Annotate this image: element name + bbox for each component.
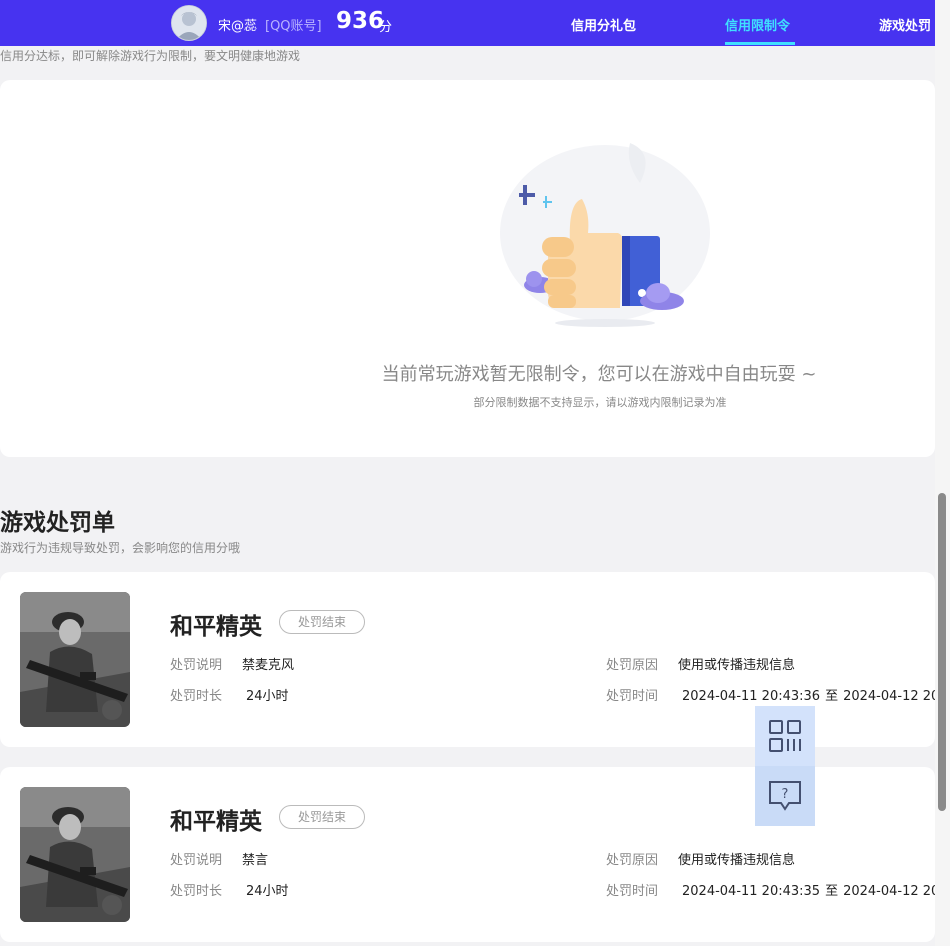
time-range: 2024-04-11 20:43:36 至 2024-04-12 20:43:36 xyxy=(682,685,935,704)
duration-label: 处罚时长 xyxy=(170,884,223,899)
desc-label: 处罚说明 xyxy=(170,658,223,673)
help-chat-icon: ? xyxy=(769,781,801,811)
score-unit: 分 xyxy=(379,20,393,35)
penalty-section-subtitle: 游戏行为违规导致处罚，会影响您的信用分哦 xyxy=(0,541,241,555)
nav-active-indicator xyxy=(725,42,795,45)
time-start: 2024-04-11 20:43:35 xyxy=(682,884,821,899)
empty-state-subtitle: 部分限制数据不支持显示，请以游戏内限制记录为准 xyxy=(473,396,727,409)
time-label: 处罚时间 xyxy=(606,689,659,704)
reason-value: 使用或传播违规信息 xyxy=(678,853,796,868)
game-cover-image xyxy=(20,787,130,922)
nav-credit-gift[interactable]: 信用分礼包 xyxy=(571,15,636,34)
time-end: 2024-04-12 20:43:36 xyxy=(843,689,935,704)
reason-value: 使用或传播违规信息 xyxy=(678,658,796,673)
desc-label: 处罚说明 xyxy=(170,853,223,868)
duration-label: 处罚时长 xyxy=(170,689,223,704)
duration-value: 24小时 xyxy=(246,884,289,899)
empty-state-title: 当前常玩游戏暂无限制令，您可以在游戏中自由玩耍 ~ xyxy=(381,364,817,385)
nav-credit-restriction[interactable]: 信用限制令 xyxy=(725,15,790,34)
reason-label: 处罚原因 xyxy=(606,658,659,673)
credit-score: 936 xyxy=(336,8,385,34)
time-range: 2024-04-11 20:43:35 至 2024-04-12 20:43:35 xyxy=(682,880,935,899)
desc-value: 禁言 xyxy=(242,853,269,868)
qr-code-button[interactable] xyxy=(755,706,815,766)
help-feedback-button[interactable]: ? xyxy=(755,766,815,826)
reason-label: 处罚原因 xyxy=(606,853,659,868)
svg-text:?: ? xyxy=(782,787,789,802)
top-header: 宋@蕊 [QQ账号] 936 分 信用分礼包 信用限制令 游戏处罚 xyxy=(0,0,935,46)
penalty-section-title: 游戏处罚单 xyxy=(0,510,115,536)
game-cover-image xyxy=(20,592,130,727)
username: 宋@蕊 xyxy=(218,19,258,34)
status-badge: 处罚结束 xyxy=(279,610,365,634)
account-type: [QQ账号] xyxy=(265,19,322,34)
status-badge: 处罚结束 xyxy=(279,805,365,829)
avatar[interactable] xyxy=(171,5,207,41)
duration-value: 24小时 xyxy=(246,689,289,704)
nav-game-penalty[interactable]: 游戏处罚 xyxy=(879,15,931,34)
time-separator: 至 xyxy=(825,689,839,704)
game-name: 和平精英 xyxy=(170,614,262,640)
scrollbar-thumb[interactable] xyxy=(938,493,946,811)
qr-code-icon xyxy=(769,720,801,752)
time-start: 2024-04-11 20:43:36 xyxy=(682,689,821,704)
time-end: 2024-04-12 20:43:35 xyxy=(843,884,935,899)
desc-value: 禁麦克风 xyxy=(242,658,295,673)
game-name: 和平精英 xyxy=(170,809,262,835)
time-separator: 至 xyxy=(825,884,839,899)
restriction-note: 信用分达标，即可解除游戏行为限制，要文明健康地游戏 xyxy=(0,49,301,63)
time-label: 处罚时间 xyxy=(606,884,659,899)
thumbs-up-illustration-icon xyxy=(490,133,720,333)
